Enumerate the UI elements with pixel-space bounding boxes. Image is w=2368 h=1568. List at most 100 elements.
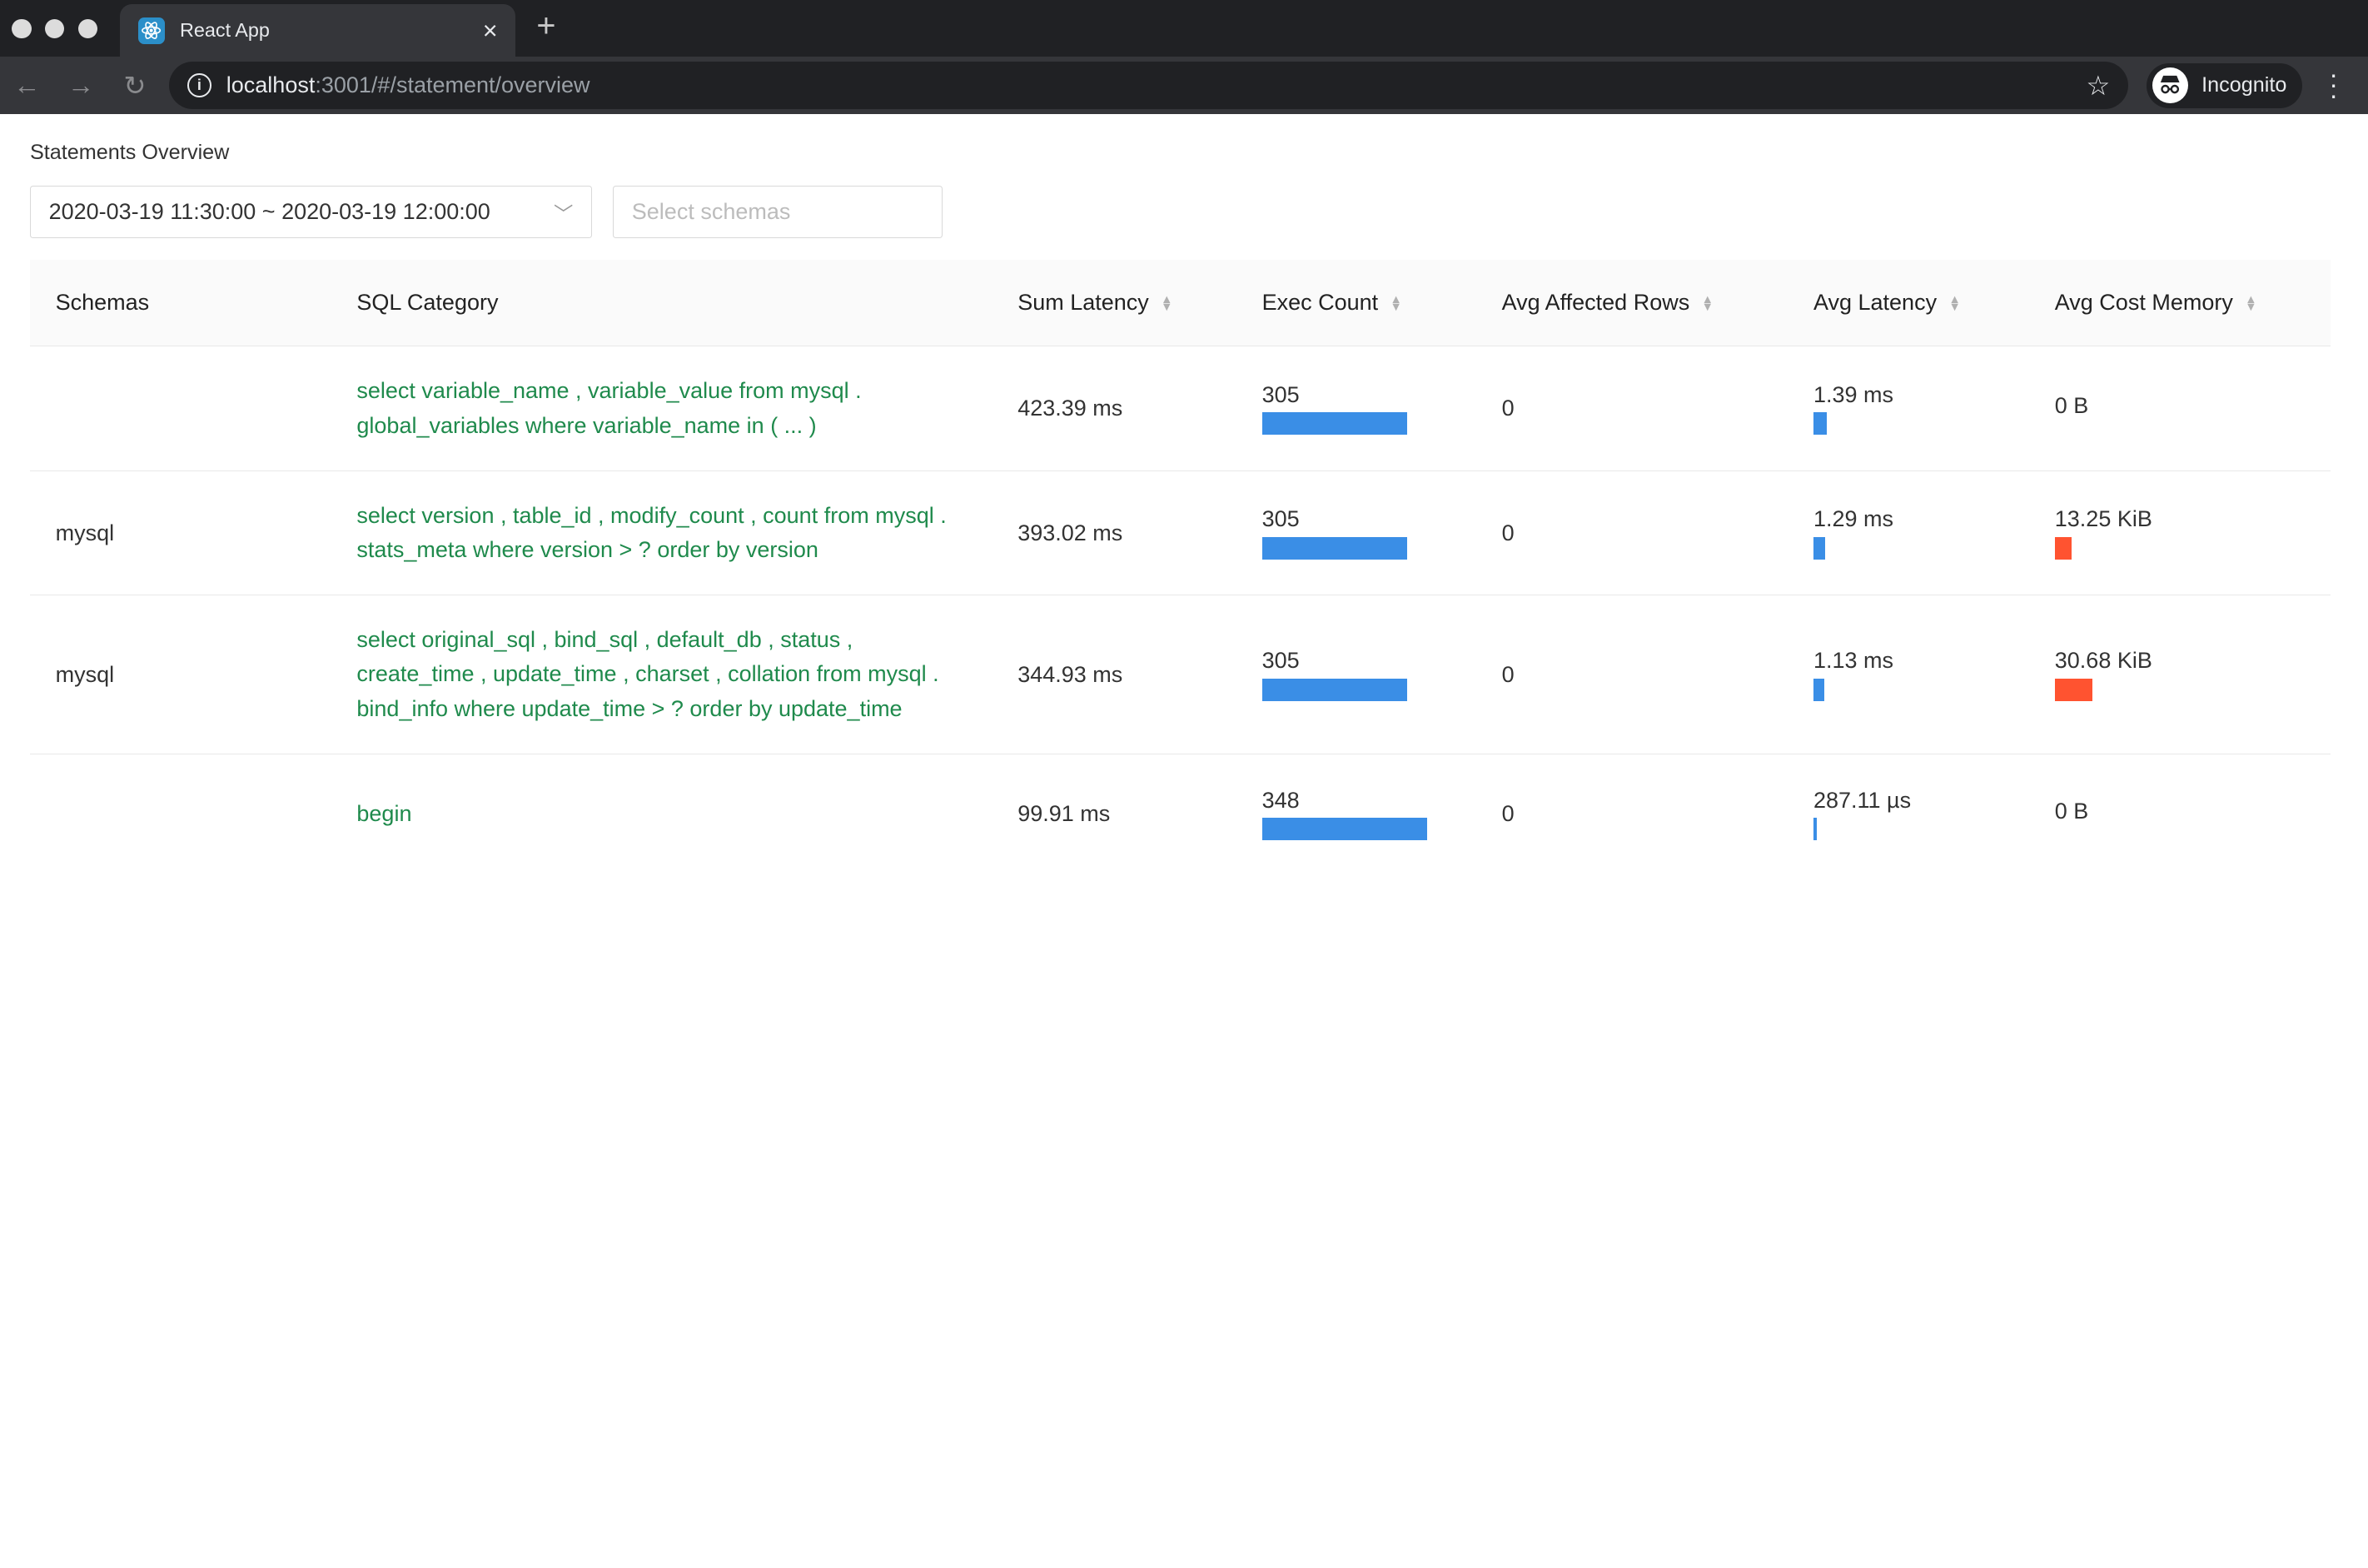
- chevron-down-icon: ﹀: [554, 202, 574, 225]
- minimize-window-button[interactable]: [44, 18, 65, 38]
- schema-cell: [30, 346, 331, 471]
- table-row: mysql select version , table_id , modify…: [30, 470, 2331, 596]
- avg-latency-cell: 1.29 ms: [1788, 470, 2030, 596]
- avg-cost-memory-value: 0 B: [2054, 393, 2089, 419]
- reload-icon[interactable]: ↻: [108, 70, 162, 102]
- column-label: Schemas: [55, 289, 150, 315]
- sql-category-link[interactable]: select version , table_id , modify_count…: [331, 470, 992, 596]
- browser-window: React App × + ← → ↻ i localhost :3001/#/…: [0, 0, 2368, 871]
- avg-cost-memory-cell: 13.25 KiB: [2029, 470, 2331, 596]
- avg-cost-memory-value: 30.68 KiB: [2054, 648, 2152, 674]
- sql-category-link[interactable]: begin: [331, 754, 992, 871]
- column-label: Avg Latency: [1813, 289, 1938, 315]
- sort-icon[interactable]: ▲ ▼: [1948, 294, 1960, 313]
- sql-category-link[interactable]: select original_sql , bind_sql , default…: [331, 595, 992, 755]
- avg-latency-value: 1.13 ms: [1813, 648, 1894, 674]
- avg-latency-bar: [1813, 678, 1824, 701]
- avg-affected-rows-cell: 0: [1475, 470, 1788, 596]
- exec-count-bar: [1261, 536, 1408, 560]
- exec-count-cell: 348: [1236, 754, 1476, 871]
- more-options-icon[interactable]: · · ·: [2326, 61, 2341, 109]
- sum-latency-cell: 99.91 ms: [992, 754, 1236, 871]
- column-header-schemas: Schemas: [30, 259, 331, 347]
- table-row: select variable_name , variable_value fr…: [30, 346, 2331, 471]
- exec-count-value: 305: [1261, 381, 1300, 407]
- avg-cost-memory-bar: [2054, 536, 2072, 560]
- exec-count-cell: 305: [1236, 470, 1476, 596]
- exec-count-bar: [1261, 412, 1408, 436]
- address-bar[interactable]: i localhost :3001/#/statement/overview ☆: [169, 61, 2128, 110]
- avg-affected-rows-cell: 0: [1475, 754, 1788, 871]
- time-range-select[interactable]: 2020-03-19 11:30:00 ~ 2020-03-19 12:00:0…: [30, 186, 592, 239]
- bookmark-star-icon[interactable]: ☆: [2086, 70, 2110, 102]
- maximize-window-button[interactable]: [77, 18, 97, 38]
- column-header-avg-cost-memory[interactable]: Avg Cost Memory ▲ ▼: [2029, 259, 2331, 347]
- browser-toolbar: ← → ↻ i localhost :3001/#/statement/over…: [0, 57, 2368, 114]
- main-content: Statements Overview 2020-03-19 11:30:00 …: [0, 114, 2368, 871]
- tab-close-icon[interactable]: ×: [483, 17, 498, 44]
- avg-cost-memory-value: 13.25 KiB: [2054, 506, 2152, 532]
- avg-latency-bar: [1813, 412, 1828, 436]
- exec-count-cell: 305: [1236, 346, 1476, 471]
- close-window-button[interactable]: [12, 18, 32, 38]
- avg-latency-bar: [1813, 818, 1817, 841]
- avg-cost-memory-cell: 0 B: [2029, 346, 2331, 471]
- column-header-exec-count[interactable]: Exec Count ▲ ▼: [1236, 259, 1476, 347]
- schema-cell: mysql: [30, 595, 331, 755]
- sum-latency-cell: 423.39 ms: [992, 346, 1236, 471]
- sort-icon[interactable]: ▲ ▼: [2245, 294, 2256, 313]
- table-header-row: Schemas SQL Category Sum Latency ▲ ▼ Exec …: [30, 259, 2331, 347]
- exec-count-bar: [1261, 818, 1427, 841]
- schema-cell: mysql: [30, 470, 331, 596]
- column-label: Avg Affected Rows: [1501, 289, 1690, 315]
- exec-count-cell: 305: [1236, 595, 1476, 755]
- column-label: Sum Latency: [1017, 289, 1149, 315]
- back-arrow-icon[interactable]: ←: [0, 70, 54, 101]
- column-label: Exec Count: [1261, 289, 1379, 315]
- exec-count-value: 348: [1261, 787, 1300, 813]
- avg-affected-rows-cell: 0: [1475, 595, 1788, 755]
- sort-icon[interactable]: ▲ ▼: [1702, 294, 1714, 313]
- column-label: SQL Category: [356, 289, 499, 315]
- avg-latency-bar: [1813, 536, 1826, 560]
- column-header-sql-category: SQL Category: [331, 259, 992, 347]
- incognito-profile-button[interactable]: Incognito: [2146, 62, 2302, 108]
- exec-count-value: 305: [1261, 648, 1300, 674]
- sum-latency-cell: 344.93 ms: [992, 595, 1236, 755]
- window-controls: [12, 18, 97, 38]
- schema-cell: [30, 754, 331, 871]
- page-title: Statements Overview: [30, 141, 230, 165]
- new-tab-button[interactable]: +: [536, 7, 555, 45]
- url-host: localhost: [226, 72, 316, 98]
- column-header-avg-latency[interactable]: Avg Latency ▲ ▼: [1788, 259, 2030, 347]
- column-header-avg-affected-rows[interactable]: Avg Affected Rows ▲ ▼: [1475, 259, 1788, 347]
- sort-icon[interactable]: ▲ ▼: [1161, 294, 1172, 313]
- avg-latency-value: 1.39 ms: [1813, 381, 1894, 407]
- avg-cost-memory-cell: 0 B: [2029, 754, 2331, 871]
- statements-table: Schemas SQL Category Sum Latency ▲ ▼ Exec …: [30, 259, 2331, 871]
- incognito-icon: [2152, 67, 2188, 104]
- tab-title: React App: [179, 19, 270, 42]
- browser-tab[interactable]: React App ×: [120, 4, 516, 57]
- avg-cost-memory-bar: [2054, 678, 2092, 701]
- column-label: Avg Cost Memory: [2054, 289, 2233, 315]
- column-header-sum-latency[interactable]: Sum Latency ▲ ▼: [992, 259, 1236, 347]
- info-icon[interactable]: i: [187, 73, 211, 97]
- incognito-label: Incognito: [2201, 73, 2287, 97]
- table-row: begin 99.91 ms 348 0 287.11 µs 0 B: [30, 754, 2331, 871]
- avg-latency-cell: 1.13 ms: [1788, 595, 2030, 755]
- filter-bar: 2020-03-19 11:30:00 ~ 2020-03-19 12:00:0…: [30, 186, 2338, 239]
- avg-affected-rows-cell: 0: [1475, 346, 1788, 471]
- sort-icon[interactable]: ▲ ▼: [1390, 294, 1402, 313]
- schemas-select[interactable]: [613, 186, 943, 239]
- sql-category-link[interactable]: select variable_name , variable_value fr…: [331, 346, 992, 471]
- forward-arrow-icon[interactable]: →: [54, 70, 108, 101]
- avg-cost-memory-cell: 30.68 KiB: [2029, 595, 2331, 755]
- exec-count-bar: [1261, 678, 1408, 701]
- sum-latency-cell: 393.02 ms: [992, 470, 1236, 596]
- avg-latency-value: 1.29 ms: [1813, 506, 1894, 532]
- table-row: mysql select original_sql , bind_sql , d…: [30, 595, 2331, 755]
- react-logo-icon: [137, 17, 165, 45]
- time-range-value: 2020-03-19 11:30:00 ~ 2020-03-19 12:00:0…: [48, 199, 490, 225]
- url-path: :3001/#/statement/overview: [315, 72, 590, 98]
